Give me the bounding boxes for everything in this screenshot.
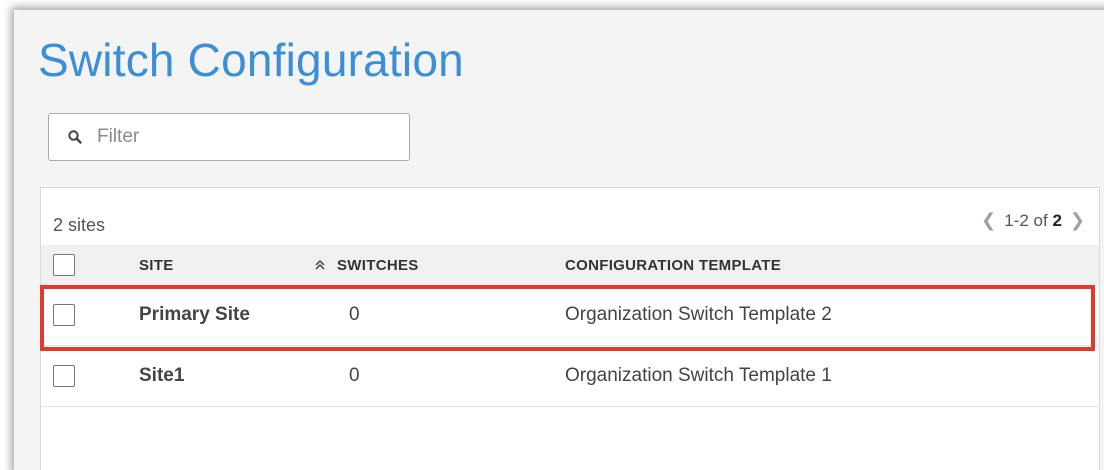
configuration-template: Organization Switch Template 1: [565, 365, 832, 386]
switch-count: 0: [349, 365, 360, 386]
table-row[interactable]: Site1 0 Organization Switch Template 1: [41, 346, 1099, 407]
select-all-checkbox[interactable]: [53, 254, 75, 276]
pagination: ❮ 1-2 of 2 ❯: [981, 210, 1085, 231]
row-checkbox[interactable]: [53, 365, 75, 387]
site-name[interactable]: Site1: [139, 365, 184, 387]
chevron-left-icon[interactable]: ❮: [981, 210, 996, 231]
pager-range: 1-2 of: [1004, 210, 1048, 230]
pager-total: 2: [1052, 210, 1062, 230]
column-header-site[interactable]: SITE: [139, 257, 174, 274]
sort-ascending-icon[interactable]: [313, 258, 327, 272]
page-title: Switch Configuration: [38, 34, 464, 86]
table-row[interactable]: Primary Site 0 Organization Switch Templ…: [41, 285, 1099, 346]
configuration-template: Organization Switch Template 2: [565, 304, 832, 325]
filter-input[interactable]: [95, 125, 379, 149]
site-name[interactable]: Primary Site: [139, 304, 250, 326]
sites-panel: 2 sites ❮ 1-2 of 2 ❯ SITE SWITCHES CONFI…: [40, 187, 1100, 470]
app-frame: Switch Configuration 2 sites ❮ 1-2 of 2 …: [14, 10, 1104, 470]
sites-table: SITE SWITCHES CONFIGURATION TEMPLATE Pri…: [41, 245, 1099, 407]
chevron-right-icon[interactable]: ❯: [1070, 210, 1085, 231]
switch-count: 0: [349, 304, 360, 325]
row-checkbox[interactable]: [53, 304, 75, 326]
column-header-switches[interactable]: SWITCHES: [337, 257, 565, 274]
table-header: SITE SWITCHES CONFIGURATION TEMPLATE: [41, 245, 1099, 285]
column-header-template[interactable]: CONFIGURATION TEMPLATE: [565, 257, 1099, 274]
site-count: 2 sites: [53, 215, 106, 235]
search-icon: [67, 129, 83, 145]
filter-field[interactable]: [48, 113, 410, 161]
